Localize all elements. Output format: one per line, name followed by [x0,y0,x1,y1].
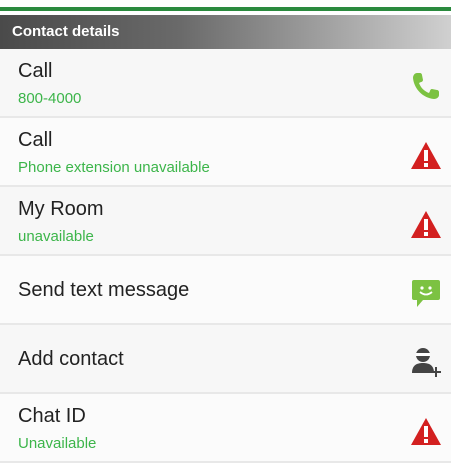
contact-details-list: Call 800-4000 Call Phone extension unava… [0,49,451,463]
row-subtitle: Unavailable [18,435,97,452]
row-title: Send text message [18,279,190,301]
row-subtitle: 800-4000 [18,90,82,107]
row-title: Call [18,129,53,151]
add-contact-row[interactable]: Add contact [0,325,451,394]
section-header: Contact details [0,15,451,49]
my-room-row[interactable]: My Room unavailable [0,187,451,256]
row-title: Chat ID [18,405,86,427]
status-bar [0,0,451,11]
message-icon[interactable] [409,276,443,310]
row-title: Add contact [18,348,124,370]
row-subtitle: Phone extension unavailable [18,159,210,176]
phone-icon[interactable] [409,69,443,103]
top-accent-bar [0,7,451,11]
chat-id-row[interactable]: Chat ID Unavailable [0,394,451,463]
add-contact-icon[interactable] [409,345,443,379]
warning-icon [411,418,441,445]
warning-icon [411,211,441,238]
row-subtitle: unavailable [18,228,94,245]
call-extension-row[interactable]: Call Phone extension unavailable [0,118,451,187]
row-title: Call [18,60,53,82]
row-title: My Room [18,198,104,220]
call-number-row[interactable]: Call 800-4000 [0,49,451,118]
send-text-message-row[interactable]: Send text message [0,256,451,325]
warning-icon [411,142,441,169]
